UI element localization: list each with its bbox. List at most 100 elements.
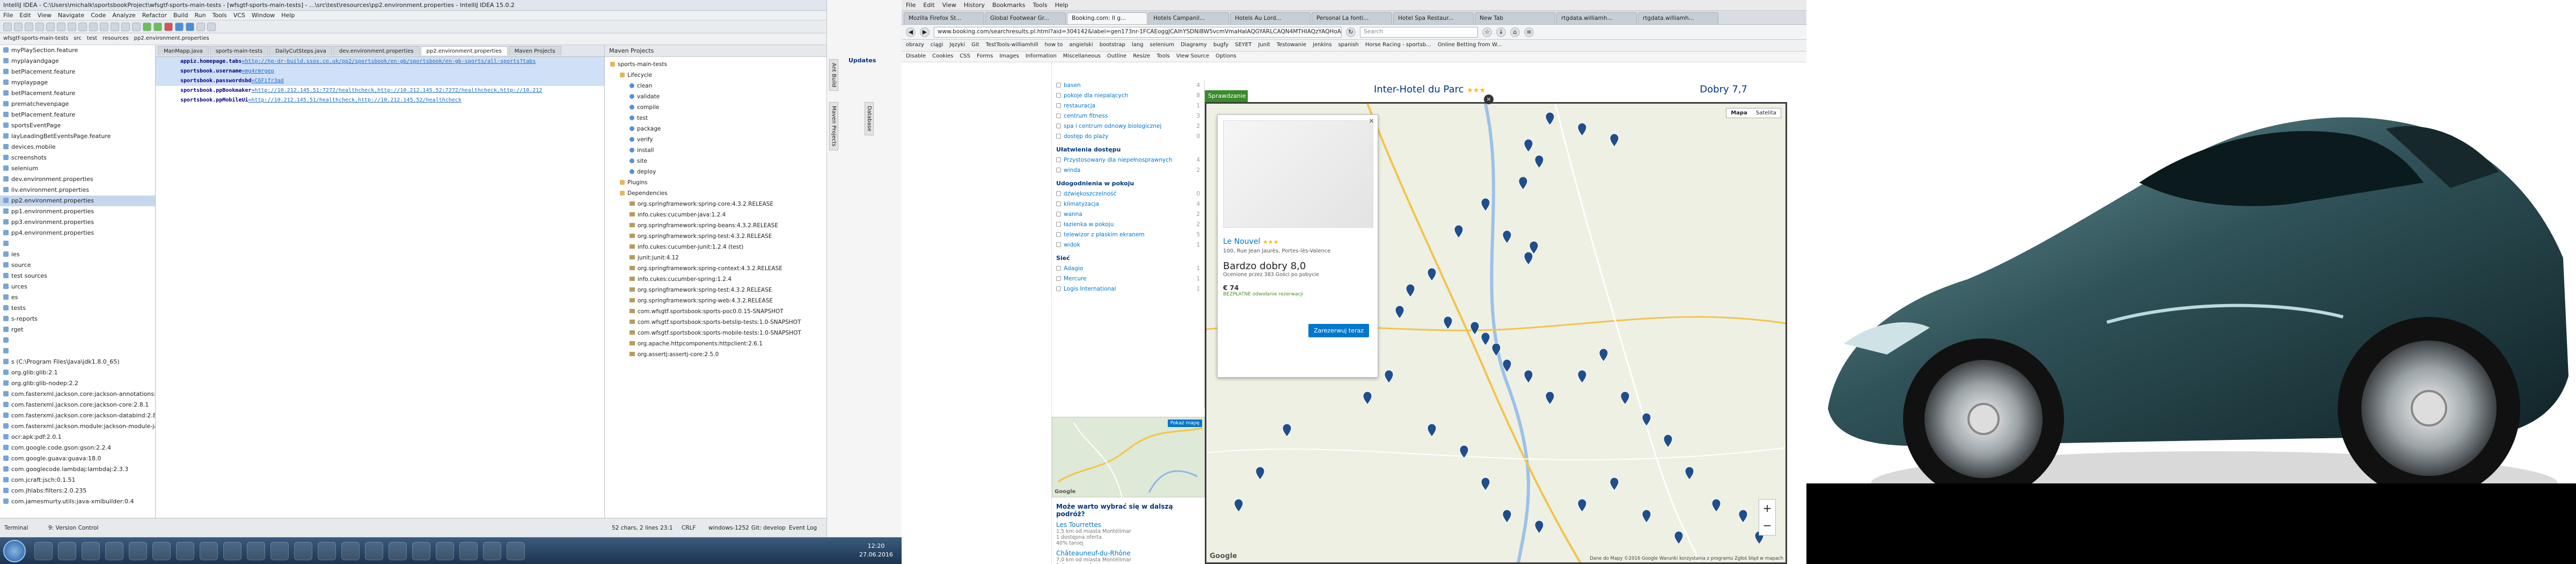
bookmark-item[interactable]: bootstrap (1100, 42, 1125, 49)
filter-option[interactable]: centrum fitness 3 (1056, 111, 1200, 121)
checkbox-icon[interactable] (1056, 134, 1061, 139)
ide-menu-item[interactable]: Help (281, 12, 295, 19)
editor-tab[interactable]: ManMapp.java (158, 46, 209, 55)
version-control-tab[interactable]: 9: Version Control (48, 525, 98, 531)
breadcrumb-item[interactable]: wfsgtf-sports-main-tests (3, 35, 68, 42)
show-map-button[interactable]: Pokaż mapę (1167, 420, 1202, 427)
back-icon[interactable]: ◀ (906, 27, 916, 37)
code-line[interactable]: appiz.homepage.tabs=http://hp-dr-build.s… (156, 57, 604, 67)
editor-tab[interactable]: sports-main-tests (209, 46, 269, 55)
checkbox-icon[interactable] (1056, 93, 1061, 98)
project-tree-item[interactable]: source (0, 260, 155, 271)
filter-option[interactable]: dostęp do plaży 0 (1056, 132, 1200, 142)
maven-tree-item[interactable]: compile (605, 102, 826, 113)
system-clock[interactable]: 12:20 27.06.2016 (859, 542, 893, 559)
web-developer-menu[interactable]: View Source (1176, 53, 1209, 60)
ide-menu-item[interactable]: Build (173, 12, 188, 19)
maven-tree-item[interactable]: com.wfsgtf.sportsbook:sports-betslip-tes… (605, 317, 826, 328)
git-branch[interactable]: Git: develop (751, 525, 786, 531)
windows-start-button[interactable] (3, 540, 26, 562)
maven-tree-item[interactable]: install (605, 145, 826, 156)
maven-tree-item[interactable]: site (605, 156, 826, 167)
vcs-update-icon[interactable] (175, 22, 184, 31)
outlook-icon[interactable] (318, 542, 336, 560)
project-tree-item[interactable]: com.fasterxml.jackson.module:jackson-mod… (0, 421, 155, 432)
save-icon[interactable] (14, 22, 23, 31)
forward-icon[interactable] (121, 22, 130, 31)
browser-tab[interactable]: Mozilla Firefox St... (904, 12, 984, 24)
project-tree-item[interactable]: org.glib:glib-nodep:2.2 (0, 378, 155, 389)
ide-menu-item[interactable]: Navigate (58, 12, 84, 19)
firefox-menu-item[interactable]: Edit (923, 2, 934, 9)
web-developer-menu[interactable]: Outline (1107, 53, 1126, 60)
project-tree-item[interactable]: layLeadingBetEventsPage.feature (0, 131, 155, 142)
code-editor[interactable]: appiz.homepage.tabs=http://hp-dr-build.s… (156, 57, 604, 518)
bookmark-item[interactable]: selenium (1150, 42, 1174, 49)
project-tree-item[interactable]: pp1.environment.properties (0, 206, 155, 217)
checkbox-icon[interactable] (1056, 191, 1061, 196)
browser-tab[interactable]: New Tab (1475, 12, 1555, 24)
maven-tree-item[interactable]: deploy (605, 167, 826, 177)
bookmark-item[interactable]: TestTools-williamhill (986, 42, 1038, 49)
maven-tree-item[interactable]: Lifecycle (605, 70, 826, 81)
maven-tree-item[interactable]: info.cukes:cucumber-java:1.2.4 (605, 209, 826, 220)
project-tree-item[interactable]: betPlacement.feature (0, 110, 155, 120)
search-input[interactable]: Search (1360, 26, 1478, 38)
map-type-satellite[interactable]: Satelita (1752, 109, 1781, 118)
menu-icon[interactable]: ≡ (1524, 27, 1534, 37)
project-tree-item[interactable]: es (0, 292, 155, 303)
debug-icon[interactable] (153, 22, 162, 31)
bookmark-item[interactable]: Testowanie (1277, 42, 1306, 49)
project-tree-item[interactable]: selenium (0, 163, 155, 174)
home-icon[interactable]: ⌂ (1510, 27, 1520, 37)
explorer-icon[interactable] (34, 542, 53, 560)
web-developer-menu[interactable]: Cookies (932, 53, 953, 60)
maven-tree-item[interactable]: org.springframework:spring-web:4.3.2.REL… (605, 295, 826, 306)
web-developer-menu[interactable]: Information (1026, 53, 1057, 60)
project-tree-item[interactable]: myPlaySection.feature (0, 45, 155, 56)
browser-tab[interactable]: Global Footwear Gr... (985, 12, 1066, 24)
project-tree-item[interactable]: rget (0, 324, 155, 335)
star-icon[interactable]: ☆ (1482, 27, 1492, 37)
filter-option[interactable]: winda 2 (1056, 165, 1200, 176)
web-developer-menu[interactable]: Tools (1157, 53, 1170, 60)
word-icon[interactable] (341, 542, 360, 560)
powerpoint-icon[interactable] (389, 542, 407, 560)
maven-projects-tab[interactable]: Maven Projects (829, 102, 838, 150)
code-line[interactable]: sportsbook.username=mg4rmrgep (156, 67, 604, 76)
filter-option[interactable]: łazienka w pokoju 2 (1056, 220, 1200, 230)
map-modal[interactable]: Mapa Satelita × Le Nouvel ★★★ 100, Rue J… (1205, 102, 1787, 564)
bookmark-item[interactable]: ciągi (931, 42, 943, 49)
ide-menu-item[interactable]: Code (91, 12, 106, 19)
browser-tab[interactable]: rtgdata.williamh... (1638, 12, 1718, 24)
project-tree-item[interactable]: devices.mobile (0, 142, 155, 153)
project-tree-item[interactable]: pp3.environment.properties (0, 217, 155, 228)
replace-icon[interactable] (100, 22, 108, 31)
editor-tab[interactable]: dev.environment.properties (333, 46, 420, 55)
line-separator[interactable]: CRLF (682, 525, 696, 531)
bookmark-item[interactable]: bugfy (1213, 42, 1228, 49)
code-line[interactable]: sportsbook.passwordsbd=C6Fifr3ad (156, 76, 604, 86)
project-tree-item[interactable] (0, 346, 155, 357)
firefox-menu-item[interactable]: File (906, 2, 916, 9)
stop-icon[interactable] (164, 22, 173, 31)
map-close-icon[interactable]: × (1484, 95, 1494, 104)
maven-tree-item[interactable]: info.cukes:cucumber-spring:1.2.4 (605, 274, 826, 285)
project-tree-item[interactable] (0, 335, 155, 346)
ide-menu-item[interactable]: Run (195, 12, 206, 19)
maven-tree-item[interactable]: test (605, 113, 826, 124)
bookmark-item[interactable]: jenkins (1313, 42, 1331, 49)
checkbox-icon[interactable] (1056, 201, 1061, 206)
back-icon[interactable] (111, 22, 119, 31)
maven-tree-item[interactable]: sports-main-tests (605, 59, 826, 70)
filter-option[interactable]: Mercure 1 (1056, 274, 1200, 284)
undo-icon[interactable] (35, 22, 44, 31)
filter-option[interactable]: dźwiękoszczelność 0 (1056, 189, 1200, 199)
web-developer-menu[interactable]: Options (1216, 53, 1236, 60)
project-tree-item[interactable] (0, 238, 155, 249)
breadcrumb-item[interactable]: resources (103, 35, 128, 42)
maven-tree-item[interactable]: Plugins (605, 177, 826, 188)
bookmark-item[interactable]: angielski (1069, 42, 1093, 49)
code-line[interactable]: sportsbook.ppBookmaker=http://10.212.145… (156, 86, 604, 96)
file-encoding[interactable]: windows-1252 (708, 525, 749, 531)
